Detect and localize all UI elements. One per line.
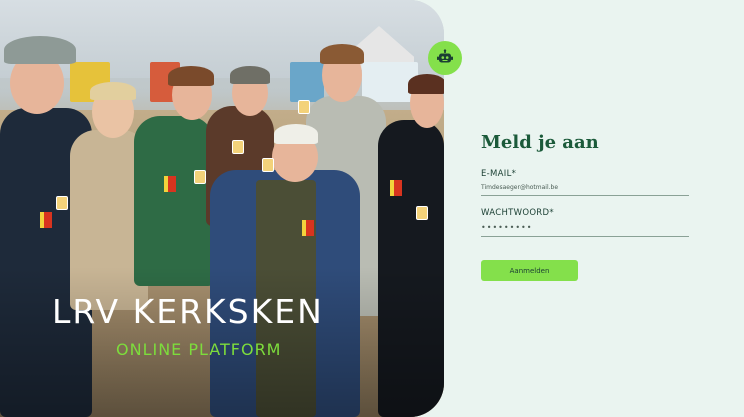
password-field[interactable] (481, 218, 689, 237)
robot-icon-glyph (437, 49, 453, 63)
password-label: WACHTWOORD* (481, 208, 554, 218)
robot-icon[interactable] (428, 41, 462, 75)
photo-banner (290, 62, 324, 102)
login-button[interactable]: Aanmelden (481, 260, 578, 281)
brand-title: LRV KERKSKEN (52, 292, 324, 331)
login-form: Meld je aan E-MAIL* WACHTWOORD* Aanmelde… (481, 132, 689, 281)
email-label: E-MAIL* (481, 169, 517, 179)
hero-photo: LRV KERKSKEN ONLINE PLATFORM (0, 0, 444, 417)
brand-subtitle: ONLINE PLATFORM (116, 340, 282, 359)
login-title: Meld je aan (481, 132, 599, 153)
email-field[interactable] (481, 179, 689, 196)
